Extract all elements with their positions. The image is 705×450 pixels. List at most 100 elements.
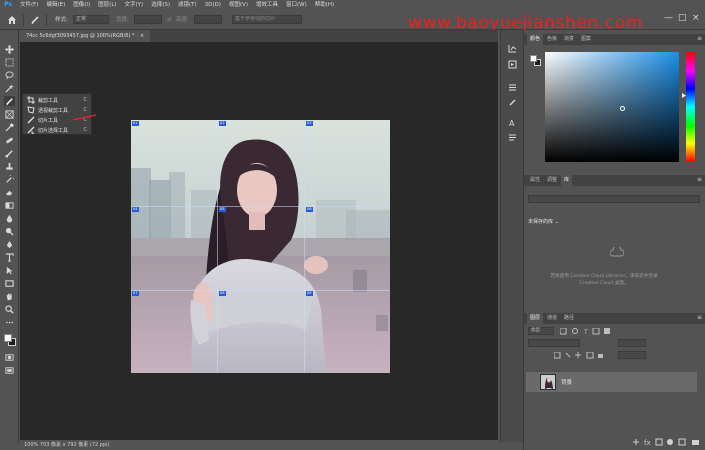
minimize-icon[interactable]: —	[664, 13, 673, 23]
panel-color-swatches[interactable]	[530, 55, 542, 67]
magic-wand-tool-icon[interactable]	[4, 83, 15, 93]
layer-filter-icons[interactable]: T	[560, 328, 620, 335]
type-tool-icon[interactable]	[4, 252, 15, 262]
hand-tool-icon[interactable]	[4, 291, 15, 301]
slice-tool-icon[interactable]	[4, 96, 15, 106]
slice-number-tag[interactable]: 03	[306, 121, 313, 126]
tab-layers[interactable]: 图层	[527, 313, 544, 324]
home-icon[interactable]	[7, 15, 17, 25]
zoom-tool-icon[interactable]	[4, 304, 15, 314]
brush-settings-icon[interactable]	[508, 98, 517, 107]
document-tab[interactable]: 74cc 5c6dgf3093457.jpg @ 100%(RGB/8) * ×	[20, 30, 150, 42]
menu-help[interactable]: 帮助(H)	[311, 0, 338, 10]
clone-stamp-tool-icon[interactable]	[4, 161, 15, 171]
menu-3d[interactable]: 3D(D)	[201, 0, 225, 10]
menu-file[interactable]: 文件(F)	[16, 0, 42, 10]
pen-tool-icon[interactable]	[4, 239, 15, 249]
lasso-tool-icon[interactable]	[4, 70, 15, 80]
menu-edit[interactable]: 编辑(E)	[42, 0, 69, 10]
menu-image[interactable]: 图像(I)	[69, 0, 94, 10]
color-panel-header: 颜色 色板 渐变 图案 ≡	[524, 34, 705, 45]
blend-mode-select[interactable]	[528, 339, 580, 347]
width-field[interactable]	[134, 15, 162, 24]
slice-number-tag[interactable]: 05	[219, 207, 226, 212]
panel-menu-icon[interactable]: ≡	[697, 314, 702, 321]
tab-close-icon[interactable]: ×	[140, 33, 144, 39]
menu-view[interactable]: 视图(V)	[225, 0, 252, 10]
tab-patterns[interactable]: 图案	[578, 34, 594, 45]
slice-number-tag[interactable]: 01	[132, 121, 139, 126]
menu-plugins[interactable]: 增效工具	[252, 0, 282, 10]
flyout-item-crop[interactable]: 裁剪工具 C	[23, 95, 91, 105]
blur-tool-icon[interactable]	[4, 213, 15, 223]
brush-tool-icon[interactable]	[4, 148, 15, 158]
layer-lock-icons[interactable]	[554, 352, 604, 359]
panel-menu-icon[interactable]: ≡	[697, 176, 702, 183]
history-panel-icon[interactable]	[508, 44, 517, 53]
tab-adjustments[interactable]: 调整	[544, 175, 560, 186]
flyout-item-slice-select[interactable]: 切片选择工具 C	[23, 125, 91, 135]
eraser-tool-icon[interactable]	[4, 187, 15, 197]
adjustments-panel-icon[interactable]	[508, 83, 517, 92]
move-tool-icon[interactable]	[4, 44, 15, 54]
libraries-search[interactable]	[528, 195, 700, 203]
rectangle-tool-icon[interactable]	[4, 278, 15, 288]
foreground-color-swatch[interactable]	[4, 334, 12, 342]
style-select[interactable]: 正常	[73, 15, 109, 24]
slice-number-tag[interactable]: 06	[306, 207, 313, 212]
color-swatches[interactable]	[3, 333, 17, 347]
hue-slider-handle-icon[interactable]	[682, 93, 686, 98]
document-image[interactable]: 01 02 03 04 05 06 07 08 09	[131, 120, 390, 373]
slice-number-tag[interactable]: 02	[219, 121, 226, 126]
screen-mode-icon[interactable]	[4, 365, 15, 375]
hue-slider[interactable]	[682, 52, 695, 162]
tab-channels[interactable]: 通道	[544, 313, 560, 324]
slice-number-tag[interactable]: 09	[306, 291, 313, 296]
chevron-down-icon: ⌄	[554, 219, 559, 225]
slice-tool-icon[interactable]	[30, 15, 40, 25]
close-icon[interactable]: ×	[692, 13, 700, 23]
layers-footer-icons[interactable]: fx	[632, 438, 702, 446]
slice-number-tag[interactable]: 07	[132, 291, 139, 296]
menu-window[interactable]: 窗口(W)	[282, 0, 311, 10]
maximize-icon[interactable]: □	[678, 13, 687, 23]
status-bar: 100% 703 像素 x 792 像素 (72 ppi)	[20, 440, 498, 450]
tab-color[interactable]: 颜色	[527, 34, 544, 45]
color-picker-field[interactable]	[545, 52, 679, 162]
gradient-tool-icon[interactable]	[4, 200, 15, 210]
slice-number-tag[interactable]: 04	[132, 207, 139, 212]
fill-field[interactable]	[618, 351, 646, 359]
dodge-tool-icon[interactable]	[4, 226, 15, 236]
history-brush-tool-icon[interactable]	[4, 174, 15, 184]
tab-gradients[interactable]: 渐变	[561, 34, 577, 45]
swap-icon[interactable]: ⇄	[167, 15, 172, 25]
menu-filter[interactable]: 滤镜(T)	[174, 0, 201, 10]
tab-libraries[interactable]: 库	[561, 175, 573, 186]
marquee-tool-icon[interactable]	[4, 57, 15, 67]
guides-slice-button[interactable]: 基于参考线的切片	[232, 15, 302, 24]
panel-menu-icon[interactable]: ≡	[697, 35, 702, 42]
slice-number-tag[interactable]: 08	[219, 291, 226, 296]
color-picker-cursor[interactable]	[620, 106, 625, 111]
character-panel-icon[interactable]: A	[508, 118, 517, 127]
opacity-field[interactable]	[618, 339, 646, 347]
panel-fg-swatch[interactable]	[530, 55, 537, 62]
tab-properties[interactable]: 属性	[527, 175, 543, 186]
more-tools-icon[interactable]	[4, 317, 15, 327]
tab-paths[interactable]: 路径	[561, 313, 577, 324]
tab-swatches[interactable]: 色板	[544, 34, 560, 45]
quick-mask-icon[interactable]	[4, 352, 15, 362]
frame-tool-icon[interactable]	[4, 109, 15, 119]
menu-type[interactable]: 文字(Y)	[121, 0, 148, 10]
actions-panel-icon[interactable]	[508, 60, 517, 69]
height-field[interactable]	[194, 15, 222, 24]
eyedropper-tool-icon[interactable]	[4, 122, 15, 132]
healing-brush-tool-icon[interactable]	[4, 135, 15, 145]
layer-filter-row: 类型 T	[528, 327, 702, 337]
library-dropdown[interactable]: 未保存的库 ⌄	[528, 218, 559, 225]
menu-select[interactable]: 选择(S)	[147, 0, 174, 10]
paragraph-panel-icon[interactable]	[508, 133, 517, 142]
path-selection-tool-icon[interactable]	[4, 265, 15, 275]
menu-layer[interactable]: 图层(L)	[94, 0, 120, 10]
layer-filter-select[interactable]: 类型	[528, 327, 554, 335]
